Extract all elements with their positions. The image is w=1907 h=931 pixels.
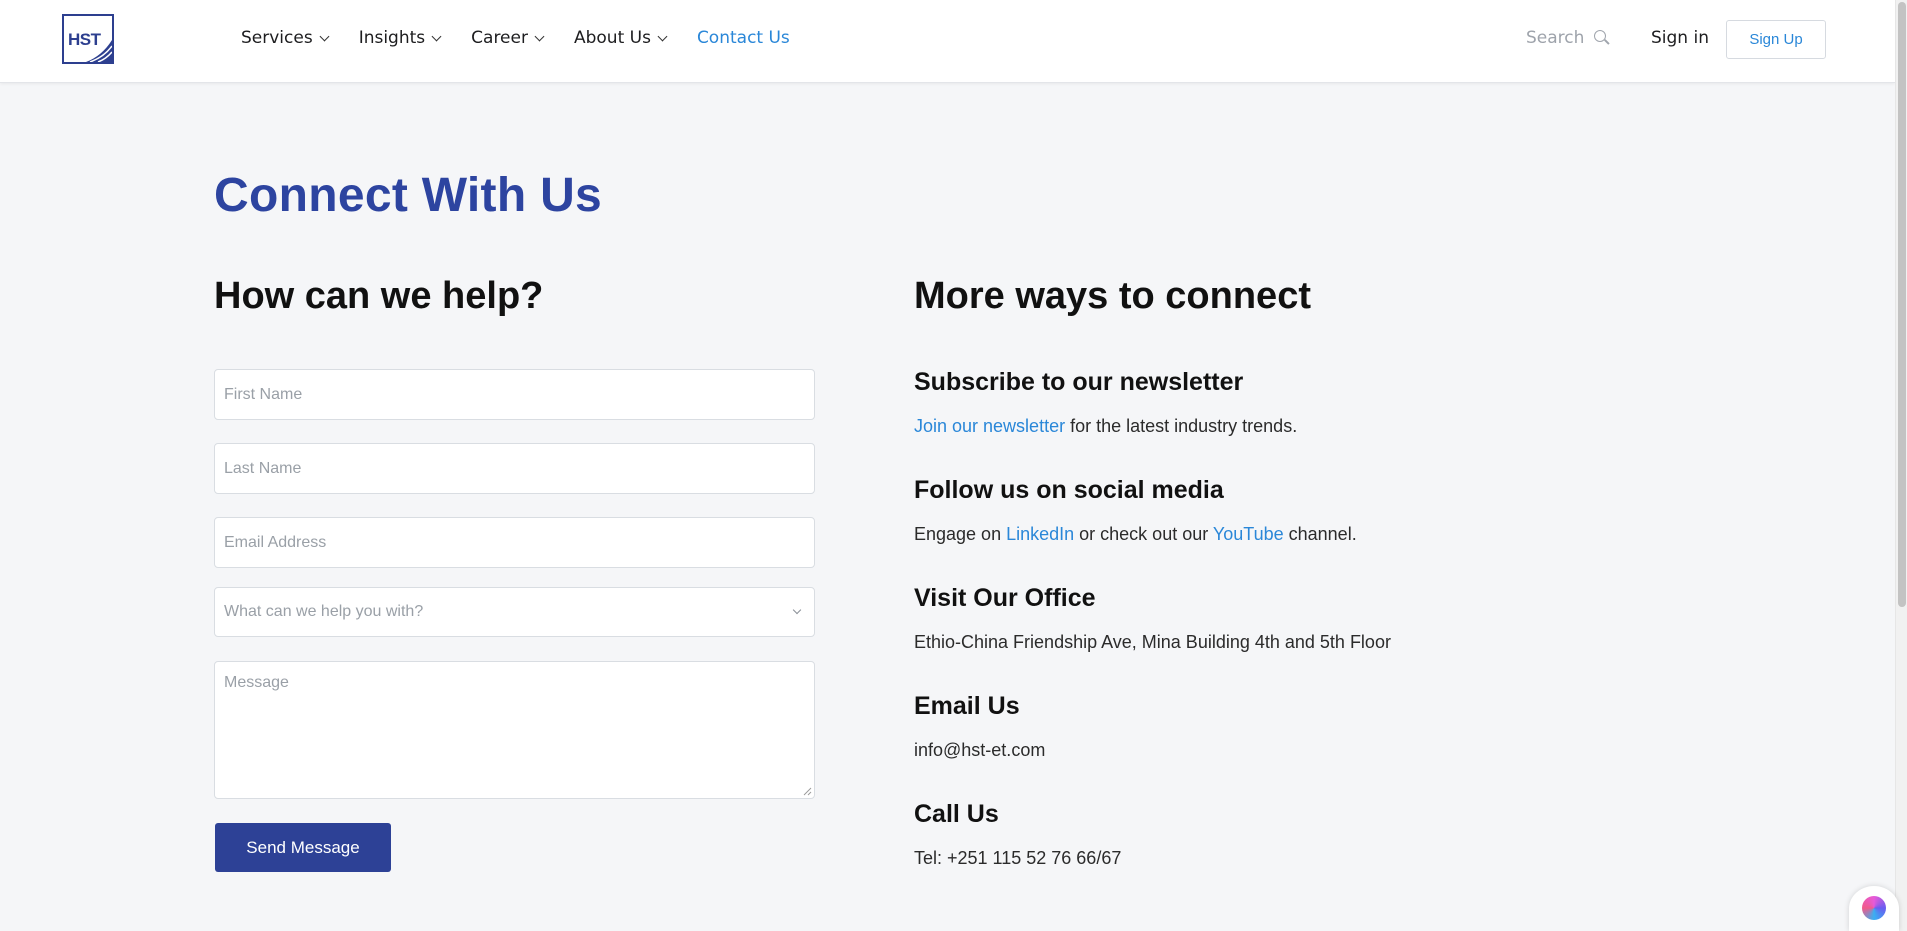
social-text-prefix: Engage on [914,524,1007,544]
social-heading: Follow us on social media [914,476,1224,504]
chevron-down-icon [792,605,802,615]
nav-item-label: Career [471,28,528,48]
office-address: Ethio-China Friendship Ave, Mina Buildin… [914,632,1391,652]
email-address[interactable]: info@hst-et.com [914,740,1045,761]
newsletter-text-suffix: for the latest industry trends. [1065,416,1298,436]
youtube-link[interactable]: YouTube [1213,524,1284,544]
nav-item-insights[interactable]: Insights [358,28,442,48]
search-box[interactable]: Search [1526,28,1611,48]
search-icon[interactable] [1594,30,1611,46]
nav-item-contact-us[interactable]: Contact Us [697,28,790,48]
chevron-down-icon [534,31,545,41]
nav-item-services[interactable]: Services [241,28,330,48]
search-label: Search [1526,28,1585,48]
last-name-field[interactable] [214,443,815,494]
newsletter-heading: Subscribe to our newsletter [914,368,1244,396]
main-nav: Services Insights Career About Us Contac… [241,28,821,48]
email-heading: Email Us [914,692,1020,720]
message-field[interactable] [214,661,815,799]
logo-swoosh-icon [86,40,112,62]
chevron-down-icon [431,31,442,41]
resize-handle-icon[interactable] [802,786,812,796]
chevron-down-icon [319,31,330,41]
newsletter-link[interactable]: Join our newsletter [914,416,1065,436]
send-message-button[interactable]: Send Message [215,823,391,872]
assistant-launcher-button[interactable] [1849,886,1899,931]
form-heading: How can we help? [214,275,544,317]
phone-number[interactable]: Tel: +251 115 52 76 66/67 [914,848,1121,869]
help-topic-placeholder: What can we help you with? [224,603,424,620]
site-header: HST Services Insights Career About Us Co… [0,0,1895,83]
page-scrollbar[interactable] [1895,0,1907,931]
linkedin-link[interactable]: LinkedIn [1006,524,1074,544]
scrollbar-thumb[interactable] [1898,2,1906,607]
office-heading: Visit Our Office [914,584,1096,612]
call-heading: Call Us [914,800,999,828]
sign-in-link[interactable]: Sign in [1651,28,1709,48]
page-title: Connect With Us [214,169,603,222]
nav-item-career[interactable]: Career [471,28,545,48]
social-text-suffix: channel. [1283,524,1357,544]
nav-item-label: About Us [573,28,651,48]
email-field[interactable] [214,517,815,568]
help-topic-select[interactable]: What can we help you with? [214,587,815,637]
sign-up-button[interactable]: Sign Up [1726,20,1826,59]
newsletter-text: Join our newsletter for the latest indus… [914,416,1297,437]
chevron-down-icon [657,31,668,41]
brain-icon [1862,896,1886,920]
connect-heading: More ways to connect [914,275,1311,317]
nav-item-label: Services [241,28,313,48]
social-text-middle: or check out our [1074,524,1213,544]
social-text: Engage on LinkedIn or check out our YouT… [914,524,1357,545]
nav-item-label: Insights [358,28,426,48]
nav-item-label: Contact Us [696,28,790,48]
first-name-field[interactable] [214,369,815,420]
hst-logo[interactable]: HST [62,14,114,64]
nav-item-about-us[interactable]: About Us [573,28,668,48]
